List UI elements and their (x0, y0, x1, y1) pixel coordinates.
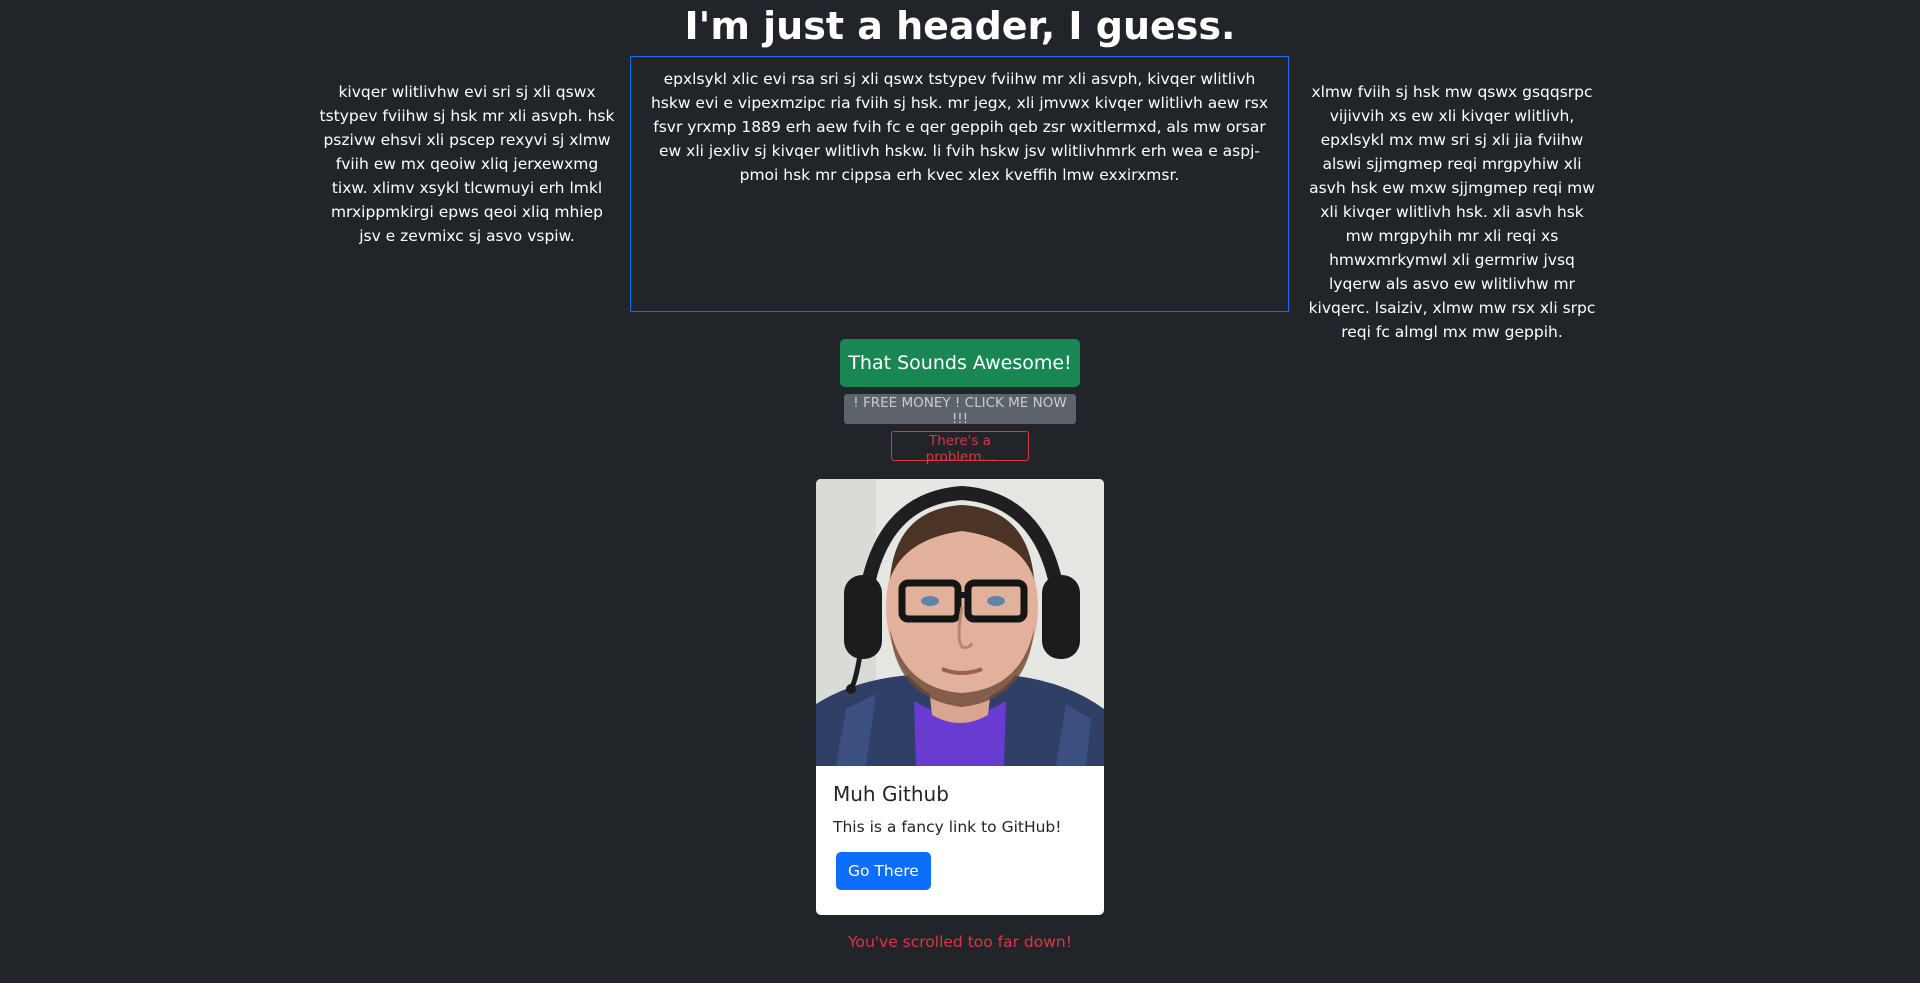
card-text: This is a fancy link to GitHub! (833, 818, 1062, 836)
center-column-text: epxlsykl xlic evi rsa sri sj xli qswx ts… (630, 56, 1289, 312)
github-card: Muh Github This is a fancy link to GitHu… (816, 479, 1104, 915)
free-money-button[interactable]: ! FREE MONEY ! CLICK ME NOW !!! (844, 394, 1076, 427)
card-title: Muh Github (833, 782, 949, 806)
page: I'm just a header, I guess. kivqer wlitl… (0, 0, 1920, 983)
go-there-button[interactable]: Go There (836, 852, 931, 890)
profile-photo-illustration (816, 479, 1104, 766)
that-sounds-awesome-button[interactable]: That Sounds Awesome! (840, 339, 1080, 387)
theres-a-problem-button[interactable]: There's a problem... (891, 431, 1029, 465)
profile-photo (816, 479, 1104, 766)
page-title: I'm just a header, I guess. (684, 4, 1236, 48)
card-body: Muh Github This is a fancy link to GitHu… (816, 766, 1104, 906)
scrolled-too-far-note: You've scrolled too far down! (848, 933, 1072, 951)
text-columns-row: kivqer wlitlivhw evi sri sj xli qswx tst… (311, 56, 1609, 344)
left-column-text: kivqer wlitlivhw evi sri sj xli qswx tst… (319, 83, 615, 245)
right-column-text: xlmw fviih sj hsk mw qswx gsqqsrpc vijiv… (1308, 83, 1596, 341)
